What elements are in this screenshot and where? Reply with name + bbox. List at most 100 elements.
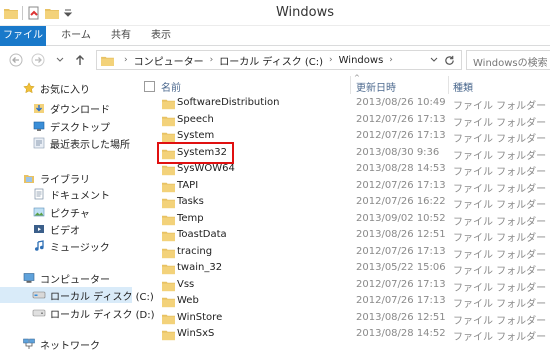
file-row[interactable]: Speech 2012/07/26 17:13 ファイル フォルダー — [132, 112, 550, 129]
file-date: 2013/08/28 14:53 — [356, 163, 446, 174]
back-button[interactable] — [8, 52, 24, 68]
folder-icon — [162, 165, 175, 176]
network-icon — [22, 337, 36, 350]
column-type[interactable]: 種類 — [453, 79, 473, 94]
nav-item-label: ピクチャ — [50, 208, 90, 220]
breadcrumb-separator[interactable]: › — [329, 55, 333, 65]
pictures-icon — [32, 205, 46, 219]
breadcrumb-separator[interactable]: › — [124, 55, 128, 65]
folder-icon — [162, 182, 175, 192]
file-type: ファイル フォルダー — [453, 266, 547, 277]
videos-icon — [32, 222, 46, 236]
file-row[interactable]: SoftwareDistribution 2013/08/26 10:49 ファイル… — [132, 96, 550, 112]
up-button[interactable] — [72, 52, 88, 68]
file-row[interactable]: tracing 2012/07/26 17:13 ファイル フォルダー — [132, 244, 550, 261]
file-row[interactable]: twain_32 2013/05/22 15:06 ファイル フォルダー — [132, 260, 550, 277]
file-name: Tasks — [177, 196, 204, 207]
nav-item-desktop[interactable]: デスクトップ — [32, 118, 110, 134]
file-row[interactable]: Vss 2012/07/26 17:13 ファイル フォルダー — [132, 277, 550, 294]
folder-icon — [162, 314, 175, 324]
nav-libraries[interactable]: ライブラリ — [22, 170, 90, 186]
nav-item-videos[interactable]: ビデオ — [32, 221, 80, 237]
recent-locations-dropdown[interactable] — [52, 52, 68, 68]
nav-network[interactable]: ネットワーク — [22, 336, 100, 350]
nav-favorites[interactable]: お気に入り — [22, 80, 90, 96]
folder-icon — [162, 297, 175, 308]
search-input[interactable]: Windowsの検索 — [466, 50, 550, 70]
breadcrumb-separator[interactable]: › — [210, 55, 214, 65]
column-divider[interactable] — [350, 76, 351, 94]
folder-icon — [162, 99, 175, 110]
file-name: tracing — [177, 245, 213, 257]
file-row[interactable]: WinStore 2013/08/26 12:51 ファイル フォルダー — [132, 310, 550, 327]
select-all-checkbox[interactable] — [144, 81, 155, 92]
nav-item-label: 最近表示した場所 — [50, 139, 130, 151]
file-type: ファイル フォルダー — [453, 299, 547, 310]
star-icon — [22, 81, 36, 95]
file-row[interactable]: ToastData 2013/08/26 12:51 ファイル フォルダー — [132, 227, 550, 244]
drive-icon — [32, 306, 46, 320]
nav-item-local-disk-c[interactable]: ローカル ディスク (C:) — [0, 287, 154, 303]
nav-item-documents[interactable]: ドキュメント — [32, 186, 110, 202]
navigation-bar: › コンピューター › ローカル ディスク (C:) › Windows › W… — [0, 46, 550, 74]
file-date: 2013/08/26 12:51 — [356, 229, 446, 240]
file-date: 2013/08/30 9:36 — [356, 146, 440, 158]
folder-icon — [162, 231, 175, 242]
folder-icon — [162, 198, 175, 209]
folder-icon — [162, 248, 175, 258]
column-divider[interactable] — [448, 76, 449, 94]
nav-libraries-label: ライブラリ — [40, 174, 90, 186]
file-name: Temp — [177, 212, 204, 224]
column-date[interactable]: 更新日時 — [356, 79, 396, 94]
file-row[interactable]: Tasks 2012/07/26 16:22 ファイル フォルダー — [132, 194, 550, 211]
file-date: 2012/07/26 17:13 — [356, 295, 446, 306]
file-row[interactable]: System32 2013/08/30 9:36 ファイル フォルダー — [132, 141, 550, 164]
back-arrow-icon — [9, 53, 23, 67]
folder-icon — [162, 264, 175, 275]
nav-item-downloads[interactable]: ダウンロード — [32, 100, 110, 116]
folder-icon — [162, 215, 175, 225]
nav-computer[interactable]: コンピューター — [22, 270, 110, 286]
history-dropdown-icon[interactable] — [430, 56, 438, 64]
breadcrumb-windows[interactable]: Windows — [339, 55, 384, 66]
file-type: ファイル フォルダー — [453, 134, 547, 145]
breadcrumb-local-disk-c[interactable]: ローカル ディスク (C:) — [219, 53, 323, 68]
file-row[interactable]: Temp 2013/09/02 10:52 ファイル フォルダー — [132, 211, 550, 228]
refresh-icon[interactable] — [444, 55, 455, 66]
file-date: 2013/09/02 10:52 — [356, 212, 446, 224]
file-name: ToastData — [177, 229, 227, 240]
nav-item-pictures[interactable]: ピクチャ — [32, 204, 90, 220]
file-row[interactable]: WinSxS 2013/08/28 14:52 ファイル フォルダー — [132, 326, 550, 343]
nav-item-recent-places[interactable]: 最近表示した場所 — [32, 135, 130, 151]
nav-item-label: ミュージック — [50, 242, 110, 254]
tab-view[interactable]: 表示 — [146, 26, 176, 46]
folder-icon — [101, 56, 114, 66]
tab-home[interactable]: ホーム — [56, 26, 96, 46]
file-type: ファイル フォルダー — [453, 332, 547, 343]
breadcrumb-separator[interactable]: › — [389, 55, 393, 65]
file-date: 2012/07/26 17:13 — [356, 113, 446, 125]
file-name: Speech — [177, 113, 214, 125]
file-date: 2012/07/26 17:13 — [356, 245, 446, 257]
forward-button[interactable] — [30, 52, 46, 68]
file-name: TAPI — [177, 179, 199, 191]
file-name: WinStore — [177, 311, 223, 323]
nav-favorites-label: お気に入り — [40, 84, 90, 96]
libraries-icon — [22, 171, 36, 185]
tab-file[interactable]: ファイル — [0, 26, 46, 46]
nav-item-music[interactable]: ミュージック — [32, 238, 110, 254]
tab-share[interactable]: 共有 — [106, 26, 136, 46]
file-row[interactable]: Web 2012/07/26 17:13 ファイル フォルダー — [132, 293, 550, 310]
forward-arrow-icon — [31, 53, 45, 67]
breadcrumb-computer[interactable]: コンピューター — [134, 53, 204, 68]
column-name[interactable]: 名前 — [161, 79, 181, 94]
nav-computer-label: コンピューター — [40, 274, 110, 286]
file-row[interactable]: SysWOW64 2013/08/28 14:53 ファイル フォルダー — [132, 161, 550, 178]
file-date: 2012/07/26 17:13 — [356, 130, 446, 141]
file-type: ファイル フォルダー — [453, 200, 547, 211]
file-name: twain_32 — [177, 262, 223, 273]
file-row[interactable]: TAPI 2012/07/26 17:13 ファイル フォルダー — [132, 178, 550, 195]
music-icon — [32, 239, 46, 253]
address-bar[interactable]: › コンピューター › ローカル ディスク (C:) › Windows › — [96, 50, 462, 70]
folder-icon — [162, 330, 175, 341]
